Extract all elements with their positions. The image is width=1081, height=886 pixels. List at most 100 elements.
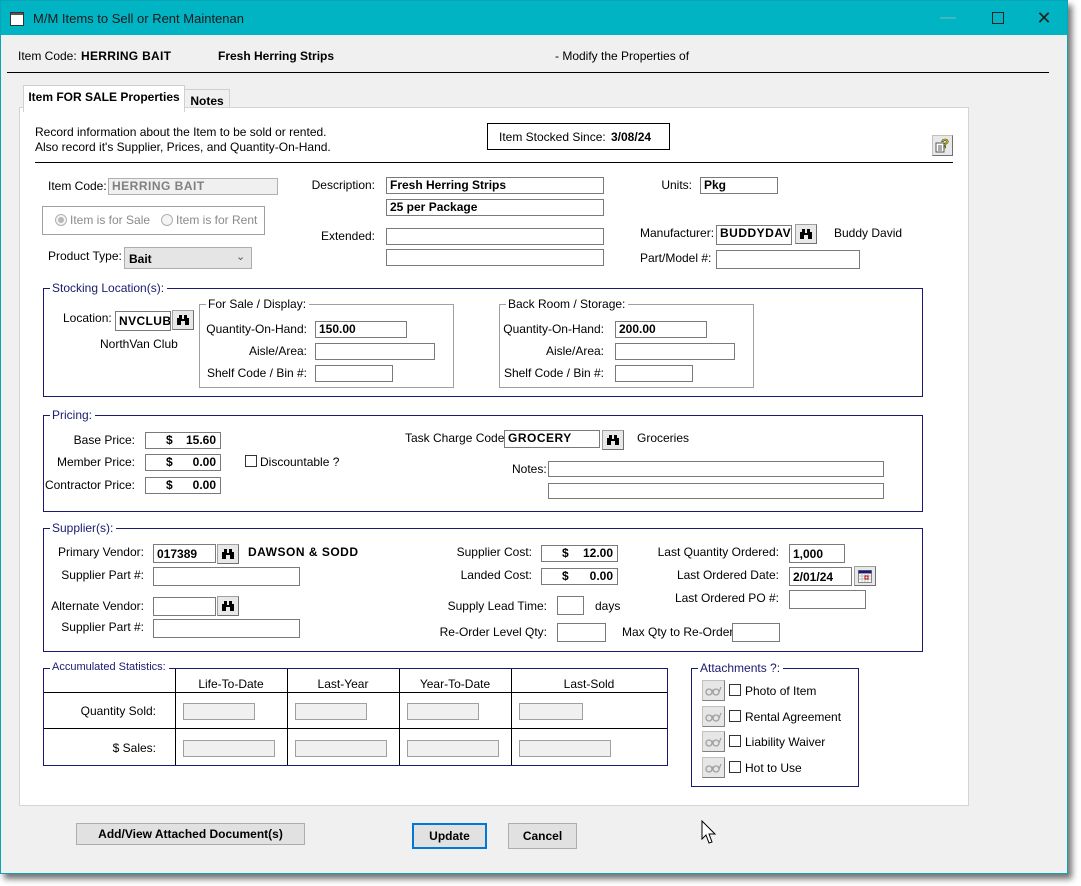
- calendar-icon: [858, 569, 872, 583]
- supplier-part-2-field[interactable]: [153, 619, 300, 638]
- supply-lead-time-field[interactable]: [557, 596, 584, 615]
- for-sale-qoh-field[interactable]: 150.00: [315, 321, 407, 338]
- back-room-shelf-field[interactable]: [615, 365, 693, 382]
- extended-field-1[interactable]: [386, 228, 604, 245]
- landed-cost-value: 0.00: [589, 569, 613, 583]
- primary-vendor-field[interactable]: 017389: [153, 544, 216, 563]
- qty-sold-life-to-date: [183, 703, 255, 720]
- task-charge-code-field[interactable]: GROCERY: [504, 430, 600, 448]
- how-to-use-checkbox[interactable]: [729, 761, 741, 773]
- minimize-icon: —: [940, 9, 956, 26]
- rental-agreement-label: Rental Agreement: [745, 710, 842, 724]
- pricing-group: Pricing: Base Price: $15.60 Member Price…: [43, 408, 923, 512]
- currency-symbol: $: [562, 546, 569, 560]
- photo-of-item-label: Photo of Item: [745, 684, 817, 698]
- contractor-price-field[interactable]: $0.00: [145, 477, 221, 494]
- help-icon: ?: [935, 136, 949, 153]
- photo-of-item-checkbox[interactable]: [729, 684, 741, 696]
- supplier-cost-field[interactable]: $12.00: [541, 545, 618, 562]
- member-price-label: Member Price:: [56, 455, 135, 469]
- alternate-vendor-field[interactable]: [153, 597, 216, 616]
- contractor-price-value: 0.00: [192, 478, 216, 492]
- minimize-button[interactable]: —: [925, 1, 971, 35]
- landed-cost-field[interactable]: $0.00: [541, 568, 618, 585]
- contractor-price-label: Contractor Price:: [44, 478, 135, 492]
- how-to-use-label: Hot to Use: [745, 761, 802, 775]
- last-ordered-po-field[interactable]: [789, 590, 866, 609]
- location-label: Location:: [63, 311, 112, 325]
- extended-label: Extended:: [320, 229, 375, 243]
- task-charge-name: Groceries: [637, 431, 690, 445]
- intro-line-1: Record information about the Item to be …: [35, 125, 327, 139]
- close-button[interactable]: ✕: [1021, 1, 1067, 35]
- part-model-label: Part/Model #:: [640, 251, 712, 265]
- currency-symbol: $: [166, 478, 173, 492]
- sales-last-sold: [519, 740, 611, 757]
- sales-year-to-date: [407, 740, 499, 757]
- date-picker-button[interactable]: [854, 566, 876, 586]
- for-sale-shelf-field[interactable]: [315, 365, 393, 382]
- supplier-part-1-field[interactable]: [153, 567, 300, 586]
- cancel-button[interactable]: Cancel: [508, 823, 577, 849]
- radio-for-sale[interactable]: [55, 214, 67, 226]
- product-type-select[interactable]: Bait ⌄: [124, 247, 252, 269]
- max-qty-reorder-field[interactable]: [732, 623, 780, 642]
- tab-for-sale-properties[interactable]: Item FOR SALE Properties: [23, 85, 185, 112]
- member-price-value: 0.00: [192, 455, 216, 469]
- view-liability-waiver-button[interactable]: [702, 731, 725, 752]
- member-price-field[interactable]: $0.00: [145, 454, 221, 471]
- location-field[interactable]: NVCLUB: [115, 311, 171, 331]
- radio-for-rent[interactable]: [161, 214, 173, 226]
- task-code-lookup-button[interactable]: [602, 430, 624, 450]
- back-room-aisle-field[interactable]: [615, 343, 735, 360]
- view-rental-agreement-button[interactable]: [702, 706, 725, 727]
- liability-waiver-checkbox[interactable]: [729, 735, 741, 747]
- view-photo-button[interactable]: [702, 680, 725, 701]
- pricing-notes-field-1[interactable]: [548, 461, 884, 477]
- sales-life-to-date: [183, 740, 275, 757]
- manufacturer-label: Manufacturer:: [640, 226, 715, 240]
- stat-column-header: Last-Year: [317, 677, 369, 691]
- header-item-description: Fresh Herring Strips: [218, 49, 335, 63]
- last-qty-ordered-field[interactable]: 1,000: [789, 544, 845, 563]
- alternate-vendor-label: Alternate Vendor:: [51, 599, 144, 613]
- part-model-field[interactable]: [716, 250, 860, 269]
- base-price-field[interactable]: $15.60: [145, 432, 221, 449]
- currency-symbol: $: [166, 455, 173, 469]
- back-room-qoh-field[interactable]: 200.00: [615, 321, 707, 338]
- back-room-storage-group: Back Room / Storage: Quantity-On-Hand: 2…: [499, 297, 754, 388]
- for-sale-shelf-label: Shelf Code / Bin #:: [206, 366, 307, 380]
- stocking-locations-title: Stocking Location(s):: [50, 281, 168, 295]
- update-button[interactable]: Update: [412, 823, 487, 849]
- for-sale-aisle-field[interactable]: [315, 343, 435, 360]
- intro-divider: [35, 162, 953, 163]
- suppliers-title: Supplier(s):: [50, 521, 117, 535]
- qty-sold-year-to-date: [407, 703, 479, 720]
- sales-last-year: [295, 740, 387, 757]
- location-lookup-button[interactable]: [172, 310, 194, 330]
- pricing-notes-field-2[interactable]: [548, 483, 884, 499]
- description-field-1[interactable]: Fresh Herring Strips: [386, 177, 604, 194]
- add-view-attached-documents-button[interactable]: Add/View Attached Document(s): [76, 823, 305, 845]
- units-field[interactable]: Pkg: [700, 177, 778, 194]
- stocked-since-label: Item Stocked Since:: [499, 130, 606, 144]
- maximize-button[interactable]: [975, 1, 1021, 35]
- manufacturer-field[interactable]: BUDDYDAV: [716, 225, 792, 245]
- reorder-level-label: Re-Order Level Qty:: [439, 625, 547, 639]
- alternate-vendor-lookup-button[interactable]: [217, 596, 239, 616]
- primary-vendor-lookup-button[interactable]: [217, 544, 239, 564]
- manufacturer-lookup-button[interactable]: [795, 224, 817, 244]
- maximize-icon: [992, 12, 1004, 24]
- view-how-to-use-button[interactable]: [702, 757, 725, 778]
- rental-agreement-checkbox[interactable]: [729, 710, 741, 722]
- discountable-checkbox[interactable]: [245, 455, 257, 467]
- reorder-level-field[interactable]: [557, 623, 606, 642]
- last-ordered-date-field[interactable]: 2/01/24: [789, 567, 852, 586]
- help-button[interactable]: ?: [932, 135, 953, 156]
- last-ordered-date-label: Last Ordered Date:: [676, 568, 779, 582]
- extended-field-2[interactable]: [386, 249, 604, 266]
- mouse-cursor-icon: [701, 820, 717, 844]
- description-field-2[interactable]: 25 per Package: [386, 199, 604, 216]
- glasses-icon: [705, 763, 722, 773]
- product-type-value: Bait: [129, 252, 152, 266]
